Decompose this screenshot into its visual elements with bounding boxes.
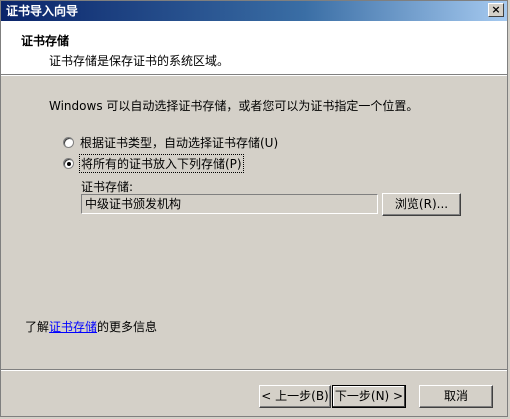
radio-manual-label[interactable]: 将所有的证书放入下列存储(P) <box>79 154 244 173</box>
store-input[interactable]: 中级证书颁发机构 <box>81 194 378 214</box>
radio-option-auto[interactable]: 根据证书类型，自动选择证书存储(U) <box>63 134 278 151</box>
header-subtitle: 证书存储是保存证书的系统区域。 <box>49 54 230 68</box>
radio-option-manual[interactable]: 将所有的证书放入下列存储(P) <box>63 154 244 173</box>
footer-divider-highlight <box>1 370 507 371</box>
header-divider <box>1 75 507 76</box>
wizard-header: 证书存储 证书存储是保存证书的系统区域。 <box>1 21 507 75</box>
learn-prefix: 了解 <box>25 320 50 334</box>
close-icon: × <box>491 3 501 16</box>
header-title: 证书存储 <box>21 34 70 48</box>
radio-manual-icon[interactable] <box>63 158 74 169</box>
next-button[interactable]: 下一步(N) > <box>332 385 406 408</box>
learn-suffix: 的更多信息 <box>97 320 158 334</box>
import-wizard-window: 证书导入向导 × 证书存储 证书存储是保存证书的系统区域。 Windows 可以… <box>0 0 508 417</box>
close-button[interactable]: × <box>488 3 504 17</box>
radio-auto-label[interactable]: 根据证书类型，自动选择证书存储(U) <box>80 134 278 151</box>
cancel-button[interactable]: 取消 <box>419 385 493 408</box>
title-bar[interactable]: 证书导入向导 × <box>1 1 507 21</box>
browse-button[interactable]: 浏览(R)... <box>382 193 461 216</box>
learn-more: 了解证书存储的更多信息 <box>25 318 157 335</box>
learn-more-link[interactable]: 证书存储 <box>49 320 97 334</box>
window-title: 证书导入向导 <box>6 4 79 18</box>
back-button[interactable]: < 上一步(B) <box>259 385 331 408</box>
intro-text: Windows 可以自动选择证书存储，或者您可以为证书指定一个位置。 <box>49 99 419 113</box>
radio-auto-icon[interactable] <box>63 137 74 148</box>
store-field-label: 证书存储: <box>81 180 134 194</box>
